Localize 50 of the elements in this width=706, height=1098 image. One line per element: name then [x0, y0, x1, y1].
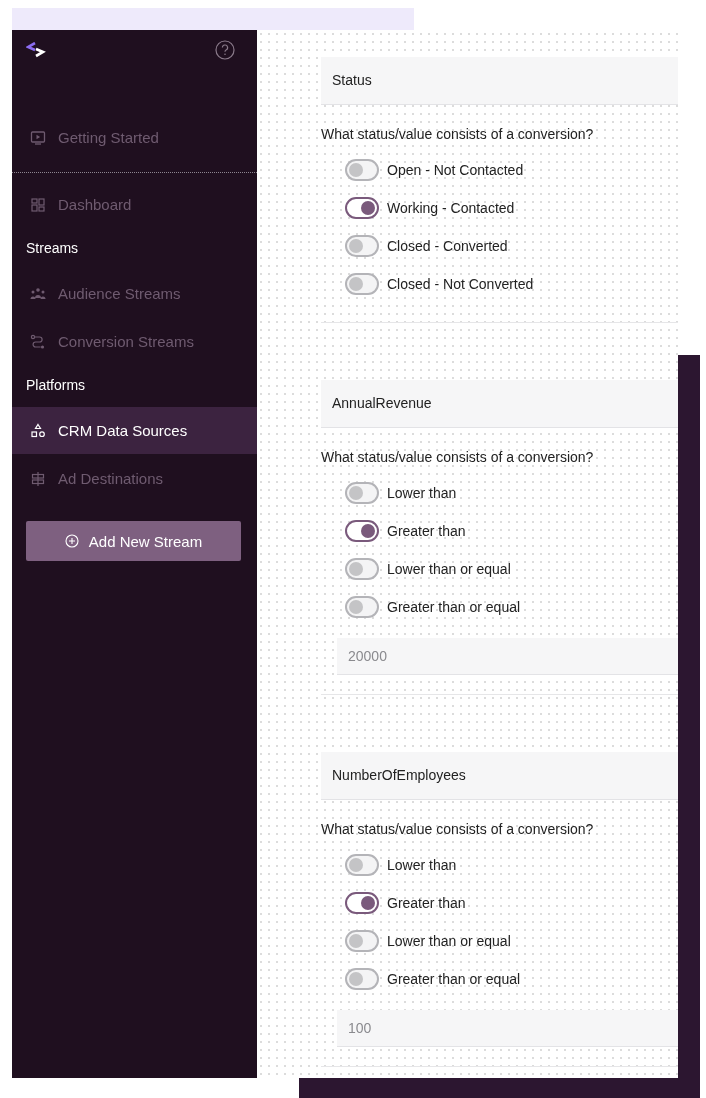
help-icon[interactable]: [215, 40, 235, 60]
option-label: Greater than: [387, 895, 466, 911]
input-field[interactable]: 100: [337, 1010, 678, 1047]
question-text: What status/value consists of a conversion?: [321, 125, 595, 144]
toggle-switch[interactable]: [345, 558, 379, 580]
section-heading: Platforms: [25, 376, 87, 395]
toggle-switch[interactable]: [345, 482, 379, 504]
toggle-switch[interactable]: [345, 520, 379, 542]
nav-item[interactable]: Ad Destinations: [12, 455, 257, 502]
nav-item[interactable]: Getting Started: [12, 114, 257, 161]
shapes-icon: [30, 422, 46, 439]
option-label: Open - Not Contacted: [387, 162, 524, 178]
field-name: NumberOfEmployees: [321, 752, 678, 800]
option-label: Lower than: [387, 485, 457, 501]
add-stream-button[interactable]: Add New Stream: [26, 521, 241, 561]
option-label: Greater than: [387, 523, 466, 539]
field-name: Status: [321, 57, 678, 105]
toggle-switch[interactable]: [345, 892, 379, 914]
option-label: Lower than: [387, 857, 457, 873]
input-field[interactable]: 20000: [337, 638, 678, 675]
plus-circle-icon: [64, 534, 79, 548]
route-icon: [30, 333, 46, 350]
toggle-switch[interactable]: [345, 968, 379, 990]
people-icon: [30, 285, 46, 302]
signpost-icon: [30, 470, 46, 487]
grid-icon: [30, 196, 46, 213]
toggle-switch[interactable]: [345, 930, 379, 952]
toggle-switch[interactable]: [345, 273, 379, 295]
nav-item[interactable]: Audience Streams: [12, 270, 257, 317]
toggle-switch[interactable]: [345, 596, 379, 618]
option-label: Closed - Not Converted: [387, 276, 534, 292]
option-label: Greater than or equal: [387, 971, 521, 987]
option-label: Lower than or equal: [387, 561, 511, 577]
nav-item[interactable]: CRM Data Sources: [12, 407, 257, 454]
option-label: Lower than or equal: [387, 933, 511, 949]
field-name: AnnualRevenue: [321, 380, 678, 428]
logo-icon[interactable]: [26, 42, 46, 58]
nav-item[interactable]: Conversion Streams: [12, 318, 257, 365]
toggle-switch[interactable]: [345, 854, 379, 876]
toggle-switch[interactable]: [345, 197, 379, 219]
toggle-switch[interactable]: [345, 235, 379, 257]
question-text: What status/value consists of a conversion?: [321, 820, 595, 839]
question-text: What status/value consists of a conversion?: [321, 448, 595, 467]
option-label: Closed - Converted: [387, 238, 508, 254]
nav-item[interactable]: Dashboard: [12, 181, 257, 228]
screen-icon: [30, 129, 46, 146]
option-label: Greater than or equal: [387, 599, 521, 615]
section-heading: Streams: [25, 239, 80, 258]
toggle-switch[interactable]: [345, 159, 379, 181]
option-label: Working - Contacted: [387, 200, 515, 216]
